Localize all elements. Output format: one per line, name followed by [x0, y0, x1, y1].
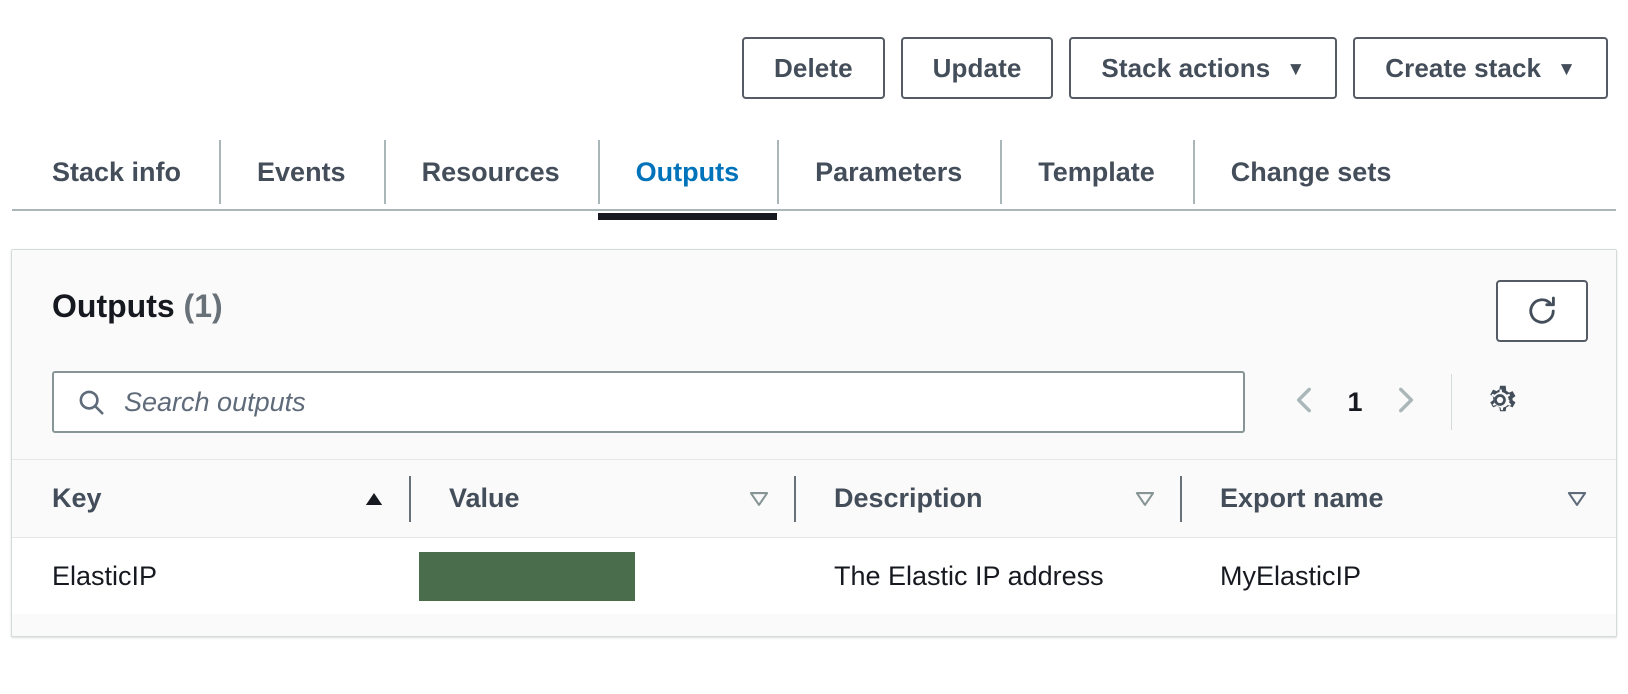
stack-action-toolbar: Delete Update Stack actions ▼ Create sta… [0, 36, 1628, 100]
refresh-icon [1524, 293, 1560, 329]
tab-resources[interactable]: Resources [383, 128, 598, 216]
tab-parameters[interactable]: Parameters [777, 128, 1000, 216]
column-header-label: Export name [1220, 483, 1384, 513]
page-title: Outputs (1) [52, 288, 223, 325]
tab-label: Events [257, 156, 346, 187]
chevron-left-icon [1288, 383, 1322, 422]
column-header-label: Key [52, 483, 102, 513]
update-button-label: Update [932, 52, 1022, 83]
tab-outputs[interactable]: Outputs [597, 128, 778, 220]
column-header-value[interactable]: Value [409, 460, 794, 538]
stack-detail-tabs: Stack info Events Resources Outputs Para… [0, 128, 1628, 220]
tab-events[interactable]: Events [219, 128, 384, 216]
table-preferences-button[interactable] [1474, 374, 1526, 430]
tab-label: Parameters [815, 156, 963, 187]
column-header-export-name[interactable]: Export name [1180, 460, 1616, 538]
pagination-previous-button[interactable] [1277, 374, 1333, 430]
tab-template[interactable]: Template [1000, 128, 1193, 216]
pagination-page-1[interactable]: 1 [1333, 387, 1377, 418]
cloudformation-stack-detail-page: Delete Update Stack actions ▼ Create sta… [0, 0, 1628, 694]
outputs-filter-row: Search outputs 1 [12, 371, 1616, 443]
cell-key: ElasticIP [52, 560, 158, 591]
pagination-next-button[interactable] [1377, 374, 1433, 430]
stack-actions-button-label: Stack actions [1101, 52, 1271, 83]
outputs-table: Key Value Description Export name Elasti… [12, 460, 1616, 614]
outputs-title-text: Outputs [52, 288, 175, 324]
chevron-down-icon: ▼ [1557, 58, 1576, 80]
active-tab-indicator [597, 213, 778, 220]
stack-actions-button[interactable]: Stack actions ▼ [1069, 37, 1338, 99]
outputs-panel-header: Outputs (1) Search outputs 1 [12, 250, 1616, 460]
tab-label: Template [1038, 156, 1155, 187]
delete-button-label: Delete [774, 52, 853, 83]
create-stack-button-label: Create stack [1385, 52, 1542, 83]
outputs-table-header-row: Key Value Description Export name [12, 460, 1616, 538]
redacted-value-block [419, 551, 635, 601]
column-header-description[interactable]: Description [794, 460, 1180, 538]
pagination-divider [1451, 374, 1452, 430]
tab-stack-info[interactable]: Stack info [12, 128, 219, 216]
delete-button[interactable]: Delete [742, 37, 885, 99]
tab-label: Stack info [52, 156, 182, 187]
search-input[interactable]: Search outputs [52, 371, 1245, 433]
sort-descending-outline-icon [1560, 486, 1594, 512]
table-row[interactable]: ElasticIP The Elastic IP address MyElast… [12, 538, 1616, 614]
column-header-key[interactable]: Key [12, 460, 409, 538]
outputs-count: (1) [183, 288, 223, 324]
gear-icon [1482, 382, 1518, 423]
tab-label: Resources [421, 156, 560, 187]
outputs-panel: Outputs (1) Search outputs 1 Key Value D… [11, 249, 1617, 637]
pagination-controls: 1 [1277, 373, 1526, 431]
tabs-baseline-divider [12, 209, 1616, 211]
cell-description: The Elastic IP address [834, 560, 1104, 591]
cell-value [409, 538, 794, 614]
chevron-right-icon [1388, 383, 1422, 422]
sort-descending-outline-icon [1128, 486, 1162, 512]
tab-label: Outputs [635, 156, 740, 187]
create-stack-button[interactable]: Create stack ▼ [1353, 37, 1608, 99]
cell-export-name: MyElasticIP [1220, 560, 1362, 591]
sort-ascending-filled-icon [357, 486, 391, 512]
tab-change-sets[interactable]: Change sets [1192, 128, 1430, 216]
chevron-down-icon: ▼ [1286, 58, 1306, 80]
search-input-placeholder: Search outputs [124, 386, 306, 417]
search-icon [76, 387, 106, 417]
sort-descending-outline-icon [742, 486, 776, 512]
update-button[interactable]: Update [900, 37, 1054, 99]
refresh-button[interactable] [1496, 280, 1588, 342]
column-header-label: Description [834, 483, 983, 513]
column-header-label: Value [449, 483, 520, 513]
tab-label: Change sets [1230, 156, 1392, 187]
